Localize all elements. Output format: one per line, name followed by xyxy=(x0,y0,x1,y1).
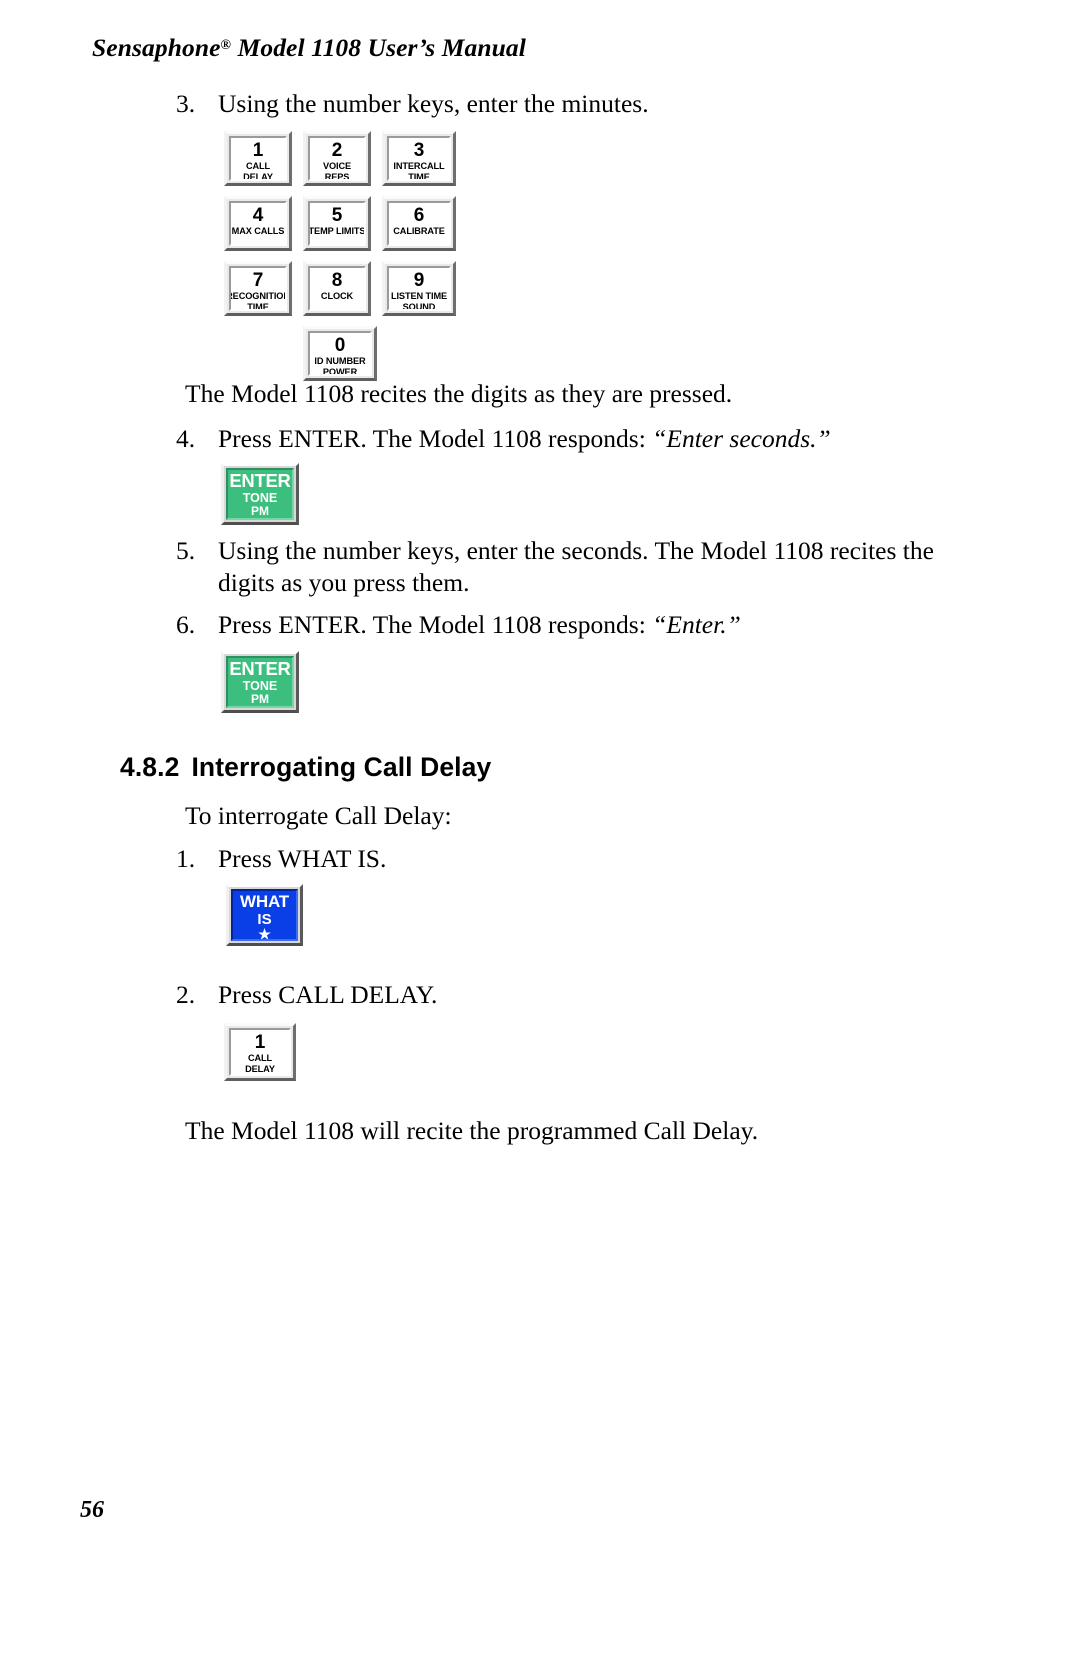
step-3: 3. Using the number keys, enter the minu… xyxy=(176,88,936,120)
section-number: 4.8.2 xyxy=(120,752,180,782)
key-5-temp-limits[interactable]: 5 TEMP LIMITS xyxy=(303,196,371,251)
key-1-label-line2: DELAY xyxy=(243,172,273,181)
step-5-text: Using the number keys, enter the seconds… xyxy=(218,536,934,597)
enter-button-2[interactable]: ENTER TONE PM xyxy=(221,651,299,713)
step-interrogate-1-number: 1. xyxy=(176,844,196,873)
step-interrogate-1-text: Press WHAT IS. xyxy=(218,844,387,873)
keypad-row-3: 7 RECOGNITION TIME 8 CLOCK 9 LISTEN TIME… xyxy=(224,261,456,316)
key-9-digit: 9 xyxy=(413,270,425,291)
enter-button-1-bottom-label: PM xyxy=(251,504,269,518)
key-9-label-line1: LISTEN TIME xyxy=(390,291,448,301)
step-3-text: Using the number keys, enter the minutes… xyxy=(218,89,649,118)
key-6-label-line1: CALIBRATE xyxy=(393,226,445,236)
paragraph-to-interrogate: To interrogate Call Delay: xyxy=(185,801,452,830)
key-2-digit: 2 xyxy=(331,140,343,161)
registered-trademark-icon: ® xyxy=(220,38,232,53)
keypad-row-1: 1 CALL DELAY 2 VOICE REPS 3 INTERCALL TI… xyxy=(224,131,456,186)
key-4-max-calls[interactable]: 4 MAX CALLS xyxy=(224,196,292,251)
key-0-id-number-power[interactable]: 0 ID NUMBER POWER xyxy=(303,326,377,381)
step-6-text-italic: “Enter.” xyxy=(652,610,741,639)
header-title-rest: Model 1108 User’s Manual xyxy=(231,33,526,62)
enter-button-2-mid-label: TONE xyxy=(242,679,278,693)
key-4-label-line1: MAX CALLS xyxy=(231,226,285,236)
enter-button-2-bottom-label: PM xyxy=(251,692,269,706)
key-8-clock[interactable]: 8 CLOCK xyxy=(303,261,371,316)
key-1-digit: 1 xyxy=(252,140,264,161)
section-title: Interrogating Call Delay xyxy=(191,752,492,782)
step-4-text-italic: “Enter seconds.” xyxy=(652,424,831,453)
star-icon: ★ xyxy=(258,926,271,941)
key-7-digit: 7 xyxy=(252,270,264,291)
key-6-digit: 6 xyxy=(413,205,425,226)
step-5-number: 5. xyxy=(176,536,196,565)
key-2-voice-reps[interactable]: 2 VOICE REPS xyxy=(303,131,371,186)
key-3-intercall-time[interactable]: 3 INTERCALL TIME xyxy=(382,131,456,186)
step-6-number: 6. xyxy=(176,610,196,639)
key-8-digit: 8 xyxy=(331,270,343,291)
keypad-row-4: 0 ID NUMBER POWER xyxy=(303,326,456,381)
step-4: 4. Press ENTER. The Model 1108 responds:… xyxy=(176,423,966,455)
key-7-label-line1: RECOGNITION xyxy=(229,291,287,301)
key-1-call-delay[interactable]: 1 CALL DELAY xyxy=(224,131,292,186)
running-header: Sensaphone® Model 1108 User’s Manual xyxy=(92,33,526,63)
key-7-label-line2: TIME xyxy=(247,302,269,311)
enter-button-1-top-label: ENTER xyxy=(229,470,291,491)
key-0-label-line2: POWER xyxy=(322,367,358,376)
step-6-text: Press ENTER. The Model 1108 responds: “E… xyxy=(218,609,966,641)
step-interrogate-2-text: Press CALL DELAY. xyxy=(218,980,438,1009)
call-delay-button[interactable]: 1 CALL DELAY xyxy=(224,1023,296,1081)
step-interrogate-2-number: 2. xyxy=(176,980,196,1009)
key-0-label-line1: ID NUMBER xyxy=(314,356,366,366)
key-3-digit: 3 xyxy=(413,140,425,161)
call-delay-button-label-line1: CALL xyxy=(247,1053,273,1063)
step-6-text-plain: Press ENTER. The Model 1108 responds: xyxy=(218,610,653,639)
key-7-recognition-time[interactable]: 7 RECOGNITION TIME xyxy=(224,261,292,316)
key-5-digit: 5 xyxy=(331,205,343,226)
enter-button-1[interactable]: ENTER TONE PM xyxy=(221,463,299,525)
key-3-label-line1: INTERCALL xyxy=(393,161,445,171)
paragraph-will-recite: The Model 1108 will recite the programme… xyxy=(185,1116,759,1145)
paragraph-recites-digits: The Model 1108 recites the digits as the… xyxy=(185,379,733,408)
enter-button-2-top-label: ENTER xyxy=(229,658,291,679)
key-3-label-line2: TIME xyxy=(408,172,430,181)
step-4-number: 4. xyxy=(176,424,196,453)
step-3-number: 3. xyxy=(176,89,196,118)
call-delay-button-digit: 1 xyxy=(254,1032,266,1053)
key-2-label-line2: REPS xyxy=(324,172,350,181)
what-is-button-top-label: WHAT xyxy=(240,892,289,911)
key-6-calibrate[interactable]: 6 CALIBRATE xyxy=(382,196,456,251)
page-number: 56 xyxy=(80,1497,104,1523)
key-0-digit: 0 xyxy=(334,335,346,356)
section-heading: 4.8.2 Interrogating Call Delay xyxy=(120,752,491,783)
key-9-listen-time-sound[interactable]: 9 LISTEN TIME SOUND xyxy=(382,261,456,316)
key-2-label-line1: VOICE xyxy=(322,161,352,171)
step-4-text-plain: Press ENTER. The Model 1108 responds: xyxy=(218,424,653,453)
keypad-grid: 1 CALL DELAY 2 VOICE REPS 3 INTERCALL TI… xyxy=(224,131,456,381)
keypad-row-2: 4 MAX CALLS 5 TEMP LIMITS 6 CALIBRATE xyxy=(224,196,456,251)
call-delay-button-label-line2: DELAY xyxy=(245,1064,275,1074)
key-9-label-line2: SOUND xyxy=(402,302,436,311)
step-interrogate-2: 2. Press CALL DELAY. xyxy=(176,979,936,1011)
step-interrogate-1: 1. Press WHAT IS. xyxy=(176,843,936,875)
what-is-button[interactable]: WHAT IS ★ xyxy=(226,884,303,946)
key-8-label-line1: CLOCK xyxy=(320,291,354,301)
key-5-label-line1: TEMP LIMITS xyxy=(308,226,366,236)
key-1-label-line1: CALL xyxy=(245,161,271,171)
step-4-text: Press ENTER. The Model 1108 responds: “E… xyxy=(218,423,966,455)
enter-button-1-mid-label: TONE xyxy=(242,491,278,505)
header-brand: Sensaphone xyxy=(92,33,221,62)
step-5: 5. Using the number keys, enter the seco… xyxy=(176,535,966,599)
manual-page: Sensaphone® Model 1108 User’s Manual 3. … xyxy=(0,0,1080,1669)
key-4-digit: 4 xyxy=(252,205,264,226)
step-6: 6. Press ENTER. The Model 1108 responds:… xyxy=(176,609,966,641)
